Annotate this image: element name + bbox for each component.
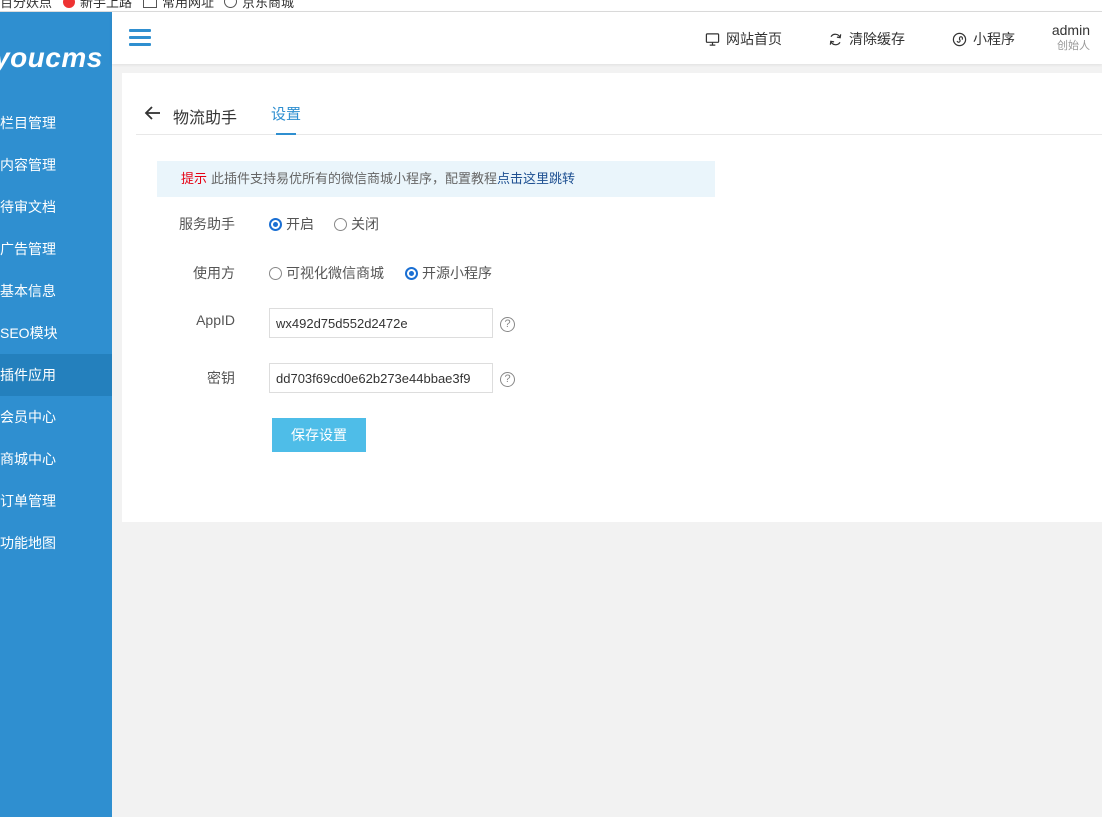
- sidebar-item-members[interactable]: 会员中心: [0, 396, 112, 438]
- mini-program-label: 小程序: [973, 31, 1015, 47]
- tutorial-link[interactable]: 点击这里跳转: [497, 171, 575, 186]
- plugin-title: 物流助手: [173, 110, 238, 127]
- user-side-label: 使用方: [193, 265, 235, 281]
- service-off-radio[interactable]: 关闭: [334, 214, 379, 234]
- service-on-radio[interactable]: 开启: [269, 214, 314, 234]
- bookmark-item[interactable]: 百分妖点: [0, 0, 52, 11]
- sidebar-item-seo[interactable]: SEO模块: [0, 312, 112, 354]
- arrow-left-icon[interactable]: [144, 105, 162, 121]
- sidebar-item-ads[interactable]: 广告管理: [0, 228, 112, 270]
- help-icon[interactable]: ?: [500, 317, 515, 332]
- service-on-label: 开启: [286, 216, 314, 232]
- user-role: 创始人: [1057, 40, 1090, 52]
- app-logo[interactable]: youcms: [0, 42, 103, 74]
- refresh-icon: [829, 33, 842, 45]
- tab-settings[interactable]: 设置: [271, 103, 301, 135]
- top-header: 网站首页 清除缓存 小程序 admin 创始人: [112, 12, 1102, 64]
- radio-unchecked-icon: [334, 217, 347, 231]
- sidebar-item-pending-docs[interactable]: 待审文档: [0, 186, 112, 228]
- notice-tip-label: 提示: [181, 171, 208, 186]
- clear-cache-label: 清除缓存: [849, 31, 905, 47]
- sidebar-item-site-map[interactable]: 功能地图: [0, 522, 112, 564]
- menu-toggle-icon[interactable]: [129, 29, 151, 47]
- bookmark-item[interactable]: 京东商城: [224, 0, 294, 11]
- sidebar: youcms 栏目管理 内容管理 待审文档 广告管理 基本信息 SEO模块 插件…: [0, 12, 112, 817]
- radio-checked-icon: [405, 266, 418, 280]
- open-source-label: 开源小程序: [422, 265, 492, 281]
- sidebar-item-plugins[interactable]: 插件应用: [0, 354, 112, 396]
- tab-bar: 物流助手 设置: [136, 73, 1102, 135]
- save-settings-button[interactable]: 保存设置: [272, 418, 366, 452]
- service-label: 服务助手: [179, 216, 235, 232]
- site-home-link[interactable]: 网站首页: [705, 29, 782, 49]
- appid-label: AppID: [196, 312, 235, 328]
- visual-shop-radio[interactable]: 可视化微信商城: [269, 263, 384, 283]
- bookmark-item[interactable]: 新手上路: [63, 0, 132, 11]
- bookmark-item[interactable]: 常用网址: [143, 0, 214, 11]
- user-menu[interactable]: admin 创始人: [1046, 22, 1090, 53]
- help-icon[interactable]: ?: [500, 372, 515, 387]
- site-home-label: 网站首页: [726, 31, 782, 47]
- content-panel: 物流助手 设置 提示 此插件支持易优所有的微信商城小程序，配置教程点击这里跳转 服…: [122, 73, 1102, 522]
- secret-label: 密钥: [207, 370, 235, 386]
- sidebar-item-content[interactable]: 内容管理: [0, 144, 112, 186]
- user-name: admin: [1051, 22, 1090, 38]
- bookmarks-bar: 百分妖点 新手上路 常用网址 京东商城: [0, 0, 1102, 12]
- open-source-radio[interactable]: 开源小程序: [405, 263, 492, 283]
- service-off-label: 关闭: [351, 216, 379, 232]
- sidebar-item-orders[interactable]: 订单管理: [0, 480, 112, 522]
- clear-cache-button[interactable]: 清除缓存: [828, 29, 905, 49]
- sidebar-item-basic-info[interactable]: 基本信息: [0, 270, 112, 312]
- visual-shop-label: 可视化微信商城: [286, 265, 384, 281]
- notice-banner: 提示 此插件支持易优所有的微信商城小程序，配置教程点击这里跳转: [157, 161, 715, 197]
- radio-unchecked-icon: [269, 266, 282, 280]
- sidebar-item-columns[interactable]: 栏目管理: [0, 102, 112, 144]
- radio-checked-icon: [269, 217, 282, 231]
- notice-text: 此插件支持易优所有的微信商城小程序，配置教程: [211, 171, 498, 186]
- appid-input[interactable]: [269, 308, 493, 338]
- sidebar-item-shop[interactable]: 商城中心: [0, 438, 112, 480]
- secret-input[interactable]: [269, 363, 493, 393]
- sidebar-menu: 栏目管理 内容管理 待审文档 广告管理 基本信息 SEO模块 插件应用 会员中心…: [0, 102, 112, 564]
- mini-program-link[interactable]: 小程序: [952, 29, 1015, 49]
- monitor-icon: [705, 32, 720, 46]
- mini-program-icon: [952, 32, 967, 46]
